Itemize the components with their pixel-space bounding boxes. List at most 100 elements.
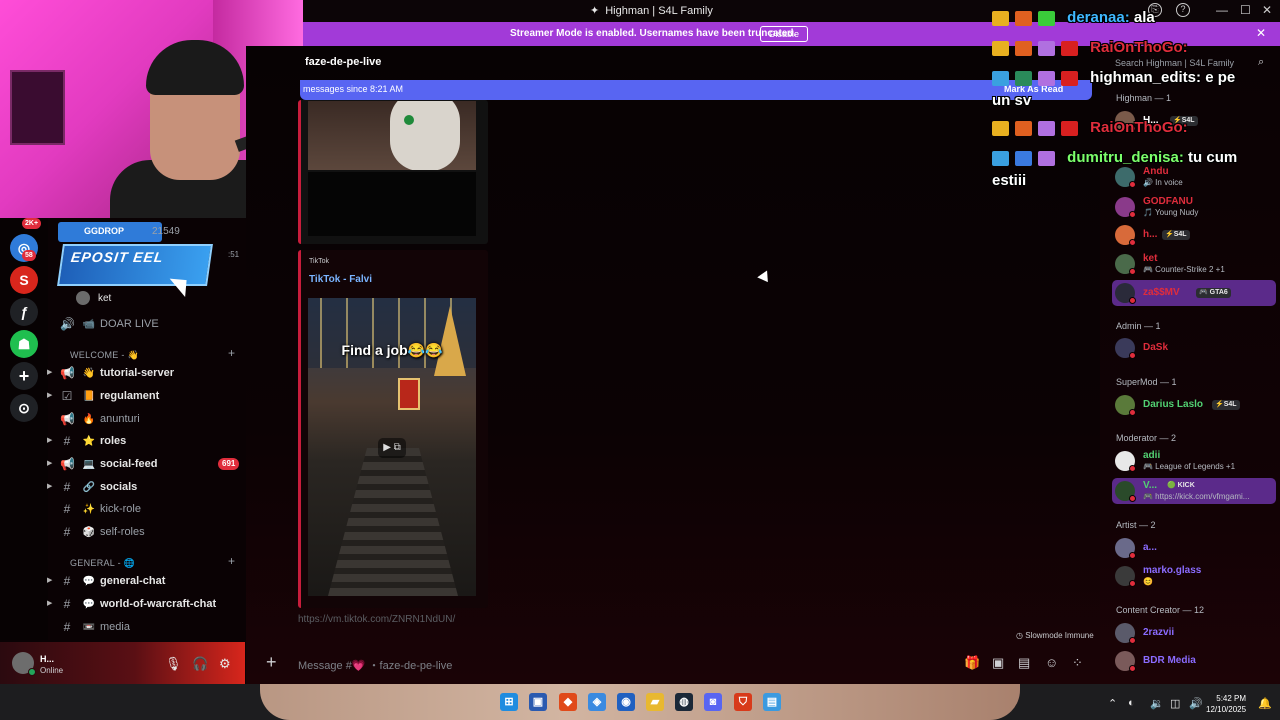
member-name: h... bbox=[1143, 229, 1158, 240]
channel-general-chat[interactable]: ▶ # 💬 general-chat bbox=[47, 571, 244, 591]
crown-badge-icon bbox=[992, 120, 1009, 136]
server-icon-green[interactable]: ☗ bbox=[10, 330, 38, 358]
voice-user-name: ket bbox=[98, 292, 112, 304]
toy-ball bbox=[404, 115, 414, 125]
search-input[interactable]: Search Highman | S4L Family bbox=[1115, 58, 1234, 68]
member-row[interactable]: h... ⚡S4L bbox=[1112, 222, 1276, 248]
member-row[interactable]: BDR Media bbox=[1112, 648, 1276, 674]
server-icon-s[interactable]: S bbox=[10, 266, 38, 294]
channel-roles[interactable]: ▶ # ⭐ roles bbox=[47, 431, 244, 451]
channel-doar-live[interactable]: 🔊 📹 DOAR LIVE bbox=[58, 314, 244, 334]
windows-start-icon[interactable]: ⊞ bbox=[500, 693, 518, 711]
volume-icon[interactable]: 🔉 bbox=[1150, 697, 1164, 710]
headphones-icon[interactable]: 🎧 bbox=[192, 656, 208, 672]
play-icon[interactable]: ▶ ⧉ bbox=[378, 438, 406, 458]
server-icon-f[interactable]: ƒ bbox=[10, 298, 38, 326]
avatar-badge-icon bbox=[1015, 40, 1032, 56]
close-banner-icon[interactable]: ✕ bbox=[1256, 26, 1266, 40]
channel-kick-role[interactable]: # ✨ kick-role bbox=[58, 499, 244, 519]
steam-icon[interactable]: ◍ bbox=[675, 693, 693, 711]
tiktok-link[interactable]: https://vm.tiktok.com/ZNRN1NdUN/ bbox=[298, 614, 455, 625]
role-header-admin: Admin — 1 bbox=[1116, 321, 1161, 331]
embed-title-link[interactable]: TikTok - Falvi bbox=[309, 274, 372, 285]
member-row[interactable]: marko.glass 😊 bbox=[1112, 563, 1276, 589]
add-channel-icon[interactable]: + bbox=[228, 554, 235, 568]
channel-emoji: 📼 bbox=[82, 621, 96, 633]
file-explorer-icon[interactable]: ▰ bbox=[646, 693, 664, 711]
network-icon[interactable]: ◫ bbox=[1170, 697, 1180, 710]
emoji-icon[interactable]: ☺ bbox=[1045, 655, 1058, 670]
member-row[interactable]: za$$MV 🎮 GTA6 bbox=[1112, 280, 1276, 306]
add-channel-icon[interactable]: + bbox=[228, 346, 235, 360]
hashtag-icon: # bbox=[63, 502, 71, 516]
discover-icon[interactable]: ⊙ bbox=[10, 394, 38, 422]
member-row[interactable]: Andu 🔊 In voice bbox=[1112, 164, 1276, 190]
brave-browser-icon[interactable]: ◆ bbox=[559, 693, 577, 711]
help-icon[interactable]: ? bbox=[1176, 3, 1190, 17]
user-name[interactable]: H... bbox=[40, 654, 54, 664]
hashtag-icon: # bbox=[63, 525, 71, 539]
tray-chevron-icon[interactable]: ⌃ bbox=[1108, 697, 1117, 710]
member-row[interactable]: a... bbox=[1112, 535, 1276, 561]
member-row[interactable]: V... 🟢 KICK 🎮 https://kick.com/vfmgami..… bbox=[1112, 478, 1276, 504]
unread-indicator-icon: ▶ bbox=[47, 483, 53, 490]
message-input[interactable]: Message #💗 ・faze-de-pe-live bbox=[298, 657, 452, 673]
attach-plus-icon[interactable]: + bbox=[266, 652, 277, 673]
category-welcome[interactable]: WELCOME - 👋 bbox=[70, 350, 139, 361]
channel-label: DOAR LIVE bbox=[100, 318, 159, 330]
task-view-icon[interactable]: ▣ bbox=[529, 693, 547, 711]
channel-socials[interactable]: ▶ # 🔗 socials bbox=[47, 477, 244, 497]
system-clock[interactable]: 5:42 PM 12/10/2025 bbox=[1206, 693, 1246, 715]
apps-icon[interactable]: ⁘ bbox=[1072, 655, 1083, 671]
gif-icon[interactable]: ▣ bbox=[992, 655, 1004, 671]
channel-label: social-feed bbox=[100, 458, 158, 470]
voice-user-row[interactable]: ket bbox=[76, 288, 262, 308]
cat-image[interactable] bbox=[308, 101, 476, 170]
speaker-icon[interactable]: 🔊 bbox=[1189, 697, 1203, 710]
sticker-icon[interactable]: ▤ bbox=[1018, 655, 1030, 671]
status-icon bbox=[1129, 637, 1136, 644]
channel-self-roles[interactable]: # 🎲 self-roles bbox=[58, 522, 244, 542]
disable-streamer-mode-button[interactable]: Disable bbox=[760, 26, 809, 42]
member-row[interactable]: adii 🎮 League of Legends +1 bbox=[1112, 448, 1276, 474]
microphone-icon[interactable]: 🎙 bbox=[165, 656, 182, 672]
member-row[interactable]: Darius Laslo ⚡S4L bbox=[1112, 392, 1276, 418]
screen: ✦ Highman | S4L Family ⎘ ? — ☐ ✕ Streame… bbox=[0, 0, 1280, 720]
member-row[interactable]: ket 🎮 Counter-Strike 2 +1 bbox=[1112, 251, 1276, 277]
chat-username: RaiOnThoGo: bbox=[1090, 39, 1188, 56]
status-icon bbox=[1129, 580, 1136, 587]
channel-world-of-warcraft-chat[interactable]: ▶ # 💬 world-of-warcraft-chat bbox=[47, 594, 244, 614]
member-row[interactable]: 2razvii bbox=[1112, 620, 1276, 646]
notepad-icon[interactable]: ▤ bbox=[763, 693, 781, 711]
add-server-icon[interactable]: + bbox=[10, 362, 38, 390]
channel-media[interactable]: # 📼 media bbox=[58, 617, 244, 637]
member-activity: 🔊 In voice bbox=[1143, 178, 1183, 187]
channel-emoji: 💻 bbox=[82, 458, 96, 470]
new-messages-bar[interactable]: messages since 8:21 AM Mark As Read bbox=[300, 80, 1092, 100]
close-window-icon[interactable]: ✕ bbox=[1262, 3, 1272, 17]
channel-tutorial-server[interactable]: ▶ 📢 👋 tutorial-server bbox=[47, 363, 244, 383]
tiktok-video-thumbnail[interactable]: Find a job😂😂 ▶ ⧉ bbox=[308, 298, 476, 596]
channel-label: socials bbox=[100, 481, 138, 493]
minimize-icon[interactable]: — bbox=[1216, 3, 1228, 17]
m365-icon[interactable]: ◉ bbox=[617, 693, 635, 711]
channel-anunturi[interactable]: 📢 🔥 anunturi bbox=[58, 409, 244, 429]
camera-icon: 📹 bbox=[82, 318, 96, 330]
shield-app-icon[interactable]: ⛉ bbox=[734, 693, 752, 711]
crown-badge-icon bbox=[992, 40, 1009, 56]
mentions-badge: 2K+ bbox=[22, 218, 42, 229]
app-icon[interactable]: ◈ bbox=[588, 693, 606, 711]
category-general[interactable]: GENERAL - 🌐 bbox=[70, 558, 135, 569]
member-row[interactable]: DaSk bbox=[1112, 335, 1276, 361]
gift-icon[interactable]: 🎁 bbox=[964, 655, 980, 671]
notifications-icon[interactable]: 🔔 bbox=[1258, 697, 1272, 710]
settings-gear-icon[interactable]: ⚙ bbox=[219, 656, 231, 672]
channel-regulament[interactable]: ▶ ☑ 📙 regulament bbox=[47, 386, 244, 406]
member-name: Darius Laslo bbox=[1143, 399, 1204, 410]
channel-social-feed[interactable]: ▶ 📢 💻 social-feed 691 bbox=[47, 454, 244, 474]
maximize-icon[interactable]: ☐ bbox=[1240, 3, 1251, 17]
discord-icon[interactable]: ◙ bbox=[704, 693, 722, 711]
tray-app-icon[interactable]: ◐ bbox=[1128, 697, 1135, 709]
member-row[interactable]: GODFANU 🎵 Young Nudy bbox=[1112, 194, 1276, 220]
status-icon bbox=[1129, 239, 1136, 246]
